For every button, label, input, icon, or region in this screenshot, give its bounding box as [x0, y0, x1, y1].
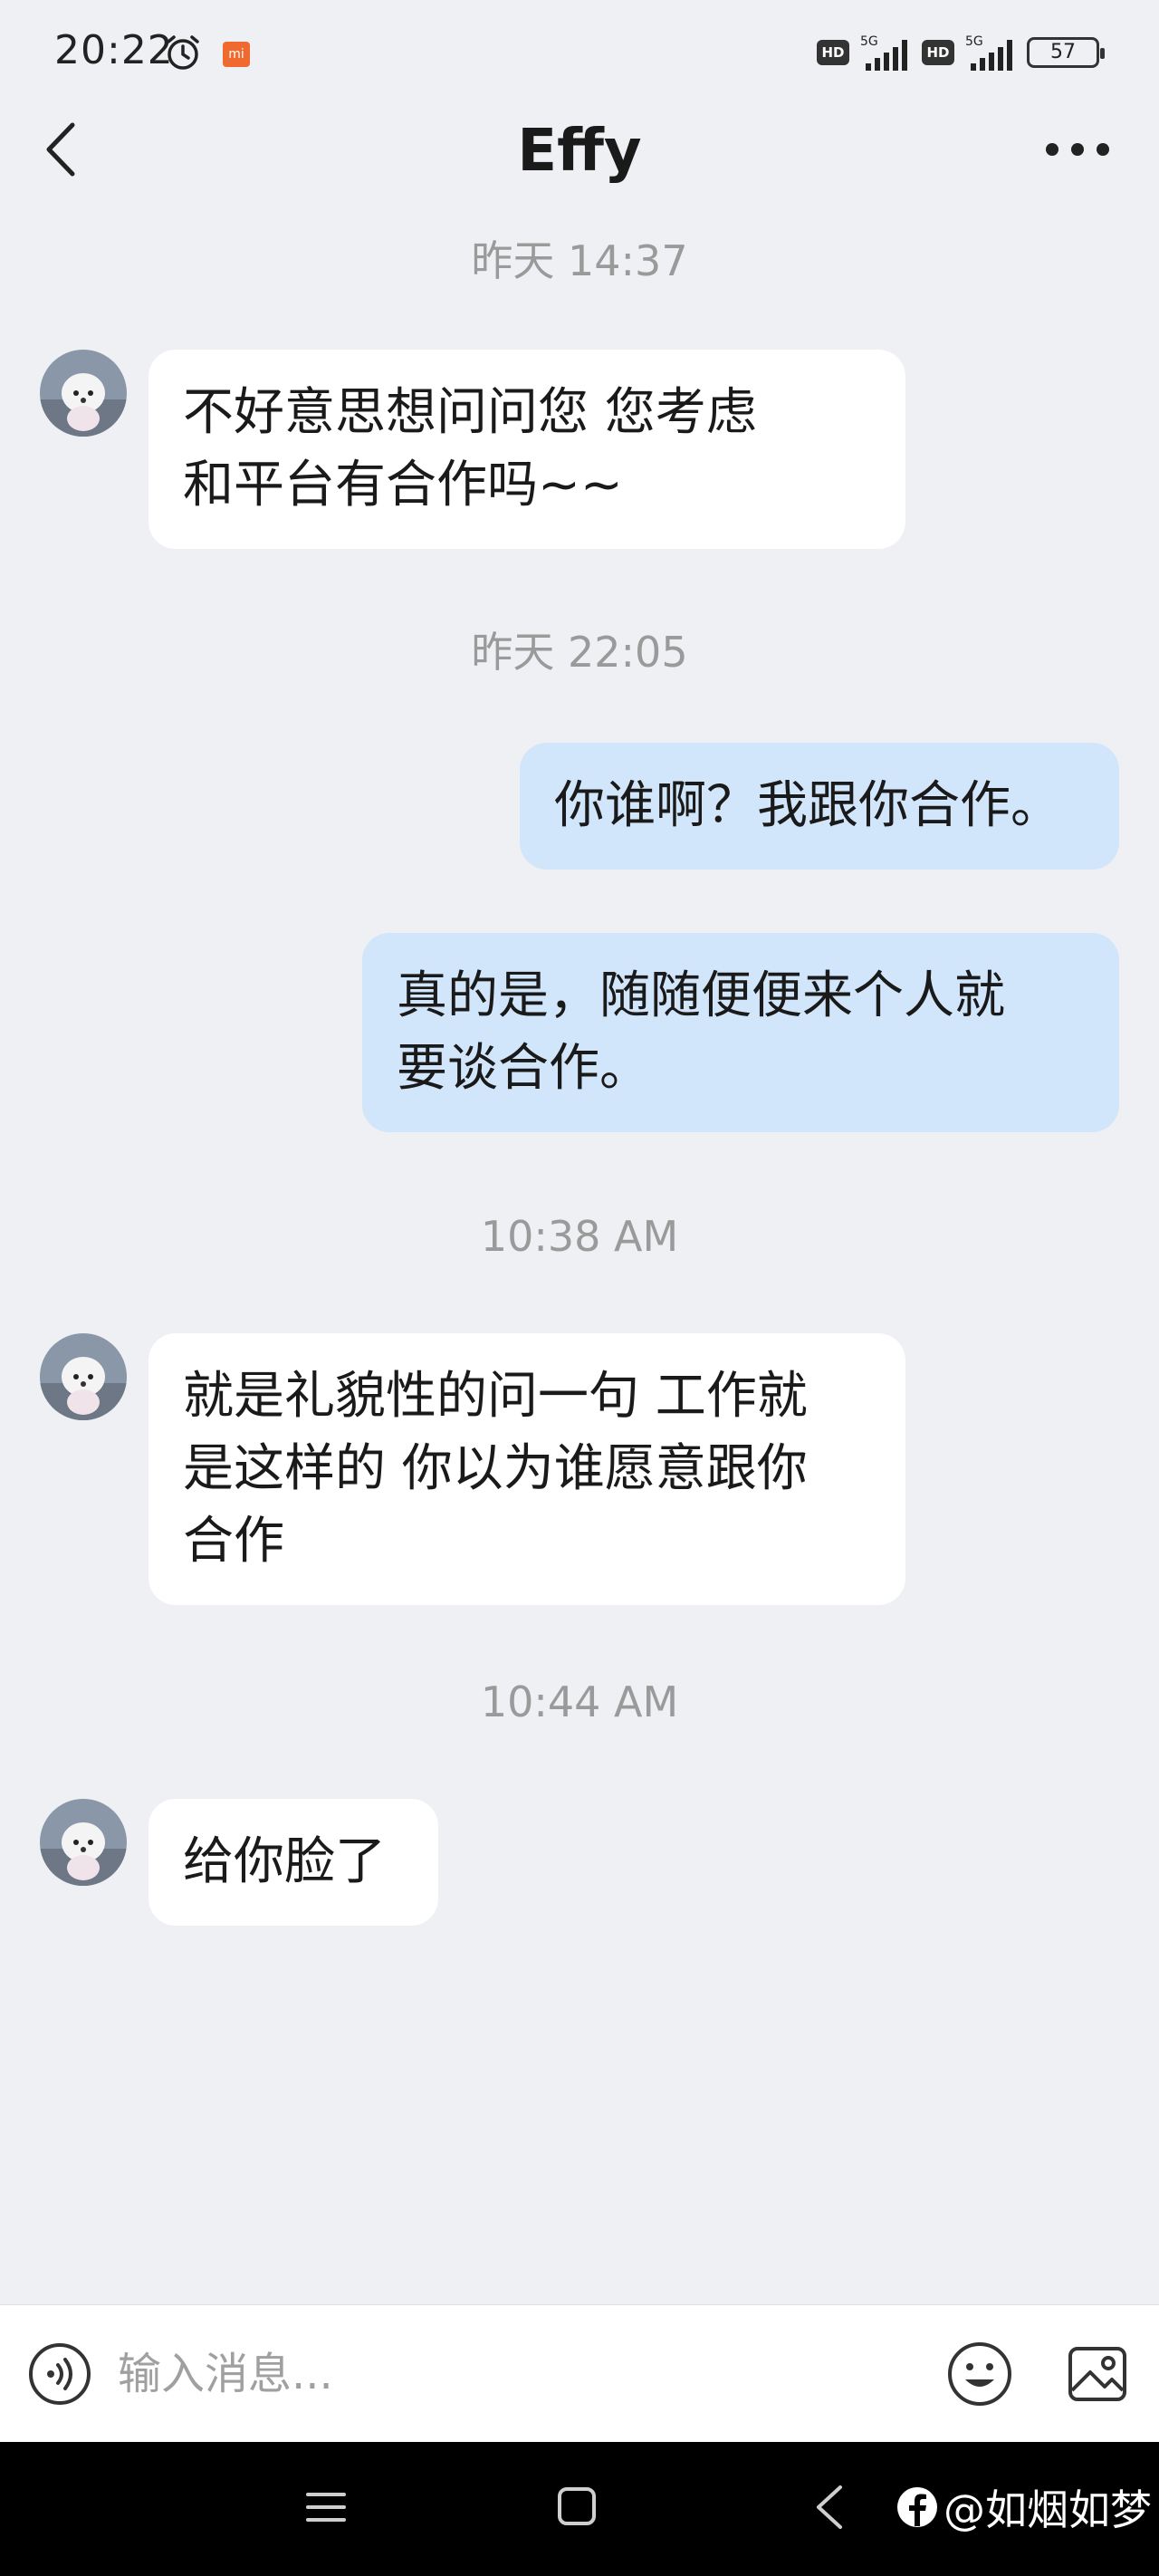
message-line: 和平台有合作吗~~	[183, 456, 623, 514]
facebook-icon	[897, 2487, 937, 2527]
message-line: 给你脸了	[183, 1832, 386, 1891]
message-line: 你谁啊？我跟你合作。	[554, 776, 1061, 835]
recents-menu-icon[interactable]	[304, 2485, 348, 2529]
image-icon[interactable]	[1065, 2341, 1130, 2407]
incoming-message: 不好意思想问问您 您考虑 和平台有合作吗~~	[148, 350, 905, 549]
system-nav-bar: @如烟如梦	[0, 2442, 1159, 2576]
signal-icon-2: 5G	[965, 34, 1012, 71]
timestamp: 10:44 AM	[480, 1677, 679, 1726]
svg-text:5G: 5G	[860, 34, 878, 49]
avatar-dog-image	[40, 1799, 127, 1886]
input-bar	[0, 2304, 1159, 2442]
message-line: 不好意思想问问您 您考虑	[183, 383, 757, 442]
mi-app-icon: mi	[223, 42, 250, 67]
status-time: 20:22	[54, 27, 174, 73]
watermark-text: @如烟如梦	[943, 2485, 1152, 2534]
alarm-icon	[167, 35, 199, 70]
more-dots-icon[interactable]	[1041, 127, 1114, 172]
avatar-dog-image	[40, 350, 127, 437]
hd-badge-2: HD	[922, 40, 954, 65]
signal-icon: 5G	[860, 34, 907, 71]
watermark: @如烟如梦	[896, 2482, 1152, 2534]
timestamp: 昨天 22:05	[471, 628, 688, 677]
avatar-dog-image	[40, 1333, 127, 1420]
message-line: 要谈合作。	[397, 1039, 650, 1098]
incoming-message: 给你脸了	[148, 1799, 438, 1926]
avatar[interactable]	[40, 350, 127, 437]
hd-badge: HD	[817, 40, 849, 65]
nav-back-icon[interactable]	[808, 2482, 851, 2533]
chat-title: Effy	[517, 118, 642, 185]
voice-icon[interactable]	[27, 2341, 92, 2407]
outgoing-message: 你谁啊？我跟你合作。	[520, 743, 1119, 870]
message-line: 是这样的 你以为谁愿意跟你	[183, 1439, 808, 1498]
outgoing-message: 真的是，随随便便来个人就 要谈合作。	[362, 933, 1119, 1132]
timestamp: 昨天 14:37	[471, 236, 688, 285]
timestamp: 10:38 AM	[480, 1212, 679, 1261]
message-input[interactable]	[118, 2338, 896, 2410]
message-line: 真的是，随随便便来个人就	[397, 966, 1005, 1025]
message-line: 就是礼貌性的问一句 工作就	[183, 1367, 808, 1426]
incoming-message: 就是礼貌性的问一句 工作就 是这样的 你以为谁愿意跟你 合作	[148, 1333, 905, 1605]
chat-header: Effy	[0, 100, 1159, 199]
message-line: 合作	[183, 1512, 284, 1571]
svg-text:5G: 5G	[965, 34, 983, 49]
battery-indicator: 57	[1027, 37, 1105, 68]
avatar[interactable]	[40, 1333, 127, 1420]
emoji-icon[interactable]	[945, 2340, 1014, 2408]
avatar[interactable]	[40, 1799, 127, 1886]
status-bar: 20:22 mi HD 5G HD 5G 57	[0, 0, 1159, 100]
status-indicators: HD 5G HD 5G 57	[817, 31, 1105, 74]
home-icon[interactable]	[554, 2484, 599, 2529]
